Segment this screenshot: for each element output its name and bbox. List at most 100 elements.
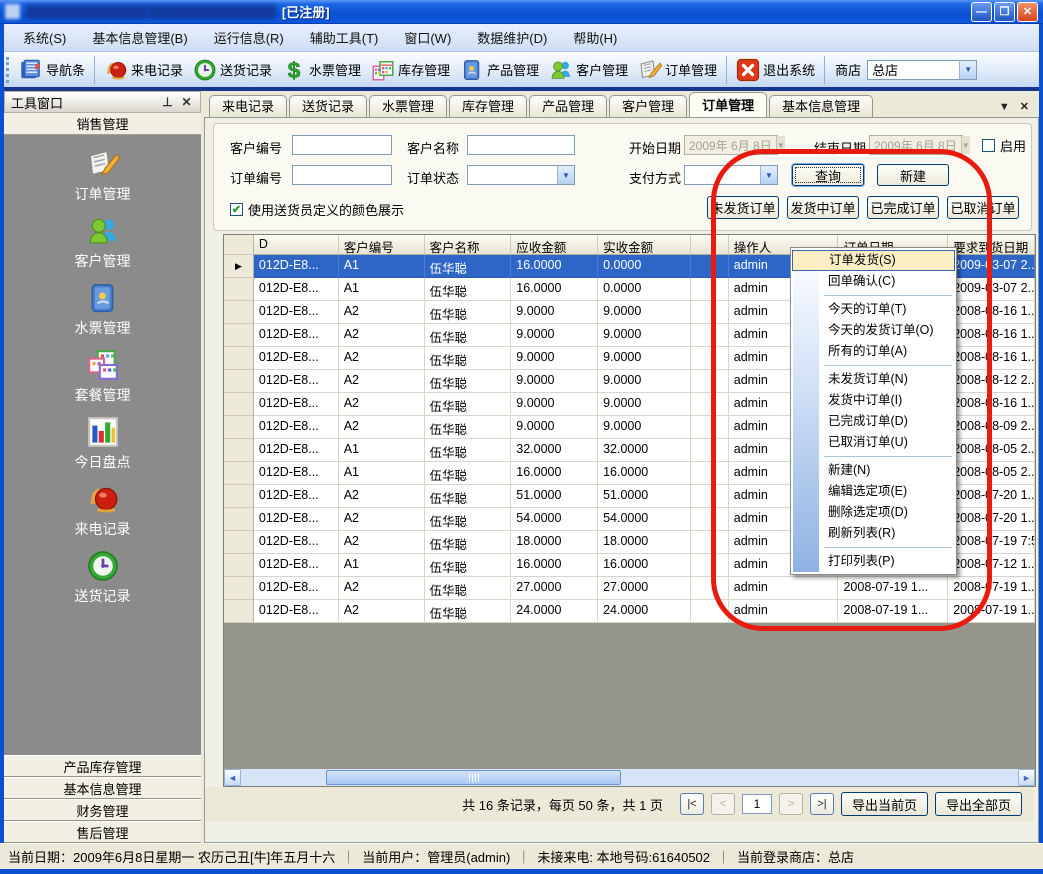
sidebar-item-delivery-record[interactable]: 送货记录	[75, 549, 131, 606]
tab-来电记录[interactable]: 来电记录	[209, 95, 287, 117]
table-row[interactable]: 012D-E8...A2伍华聪27.000027.0000admin2008-0…	[224, 577, 1035, 600]
column-header[interactable]	[691, 235, 729, 255]
sidebar-section-2[interactable]: 财务管理	[4, 799, 201, 821]
end-date-picker[interactable]: 2009年 6月 8日▼	[869, 135, 963, 155]
export-current-page-button[interactable]: 导出当前页	[841, 792, 928, 816]
column-header[interactable]: D	[254, 235, 339, 255]
next-page-button[interactable]: >	[779, 793, 803, 815]
row-selector[interactable]	[224, 531, 254, 554]
sidebar-section-sales[interactable]: 销售管理	[4, 113, 201, 135]
menu-item-window[interactable]: 窗口(W)	[391, 23, 464, 52]
row-selector[interactable]	[224, 577, 254, 600]
tab-库存管理[interactable]: 库存管理	[449, 95, 527, 117]
menu-item-runtime-info[interactable]: 运行信息(R)	[201, 23, 297, 52]
checkbox-checked[interactable]: ✔	[230, 203, 243, 216]
shipping-orders-button[interactable]: 发货中订单	[787, 196, 859, 219]
first-page-button[interactable]: |<	[680, 793, 704, 815]
tab-水票管理[interactable]: 水票管理	[369, 95, 447, 117]
column-header[interactable]: 实收金额	[598, 235, 691, 255]
store-select[interactable]: 总店▼	[867, 60, 977, 80]
row-selector[interactable]	[224, 485, 254, 508]
tab-送货记录[interactable]: 送货记录	[289, 95, 367, 117]
close-button[interactable]: ✕	[1017, 2, 1038, 22]
tab-客户管理[interactable]: 客户管理	[609, 95, 687, 117]
product-button[interactable]: 产品管理	[455, 56, 544, 84]
menu-item-cancelled-orders[interactable]: 已取消订单(U)	[792, 432, 955, 453]
customer-no-input[interactable]	[292, 135, 392, 155]
menu-item-basic-info-mgmt[interactable]: 基本信息管理(B)	[79, 23, 200, 52]
row-selector[interactable]: ▶	[224, 255, 254, 278]
color-display-checkbox[interactable]: ✔ 使用送货员定义的颜色展示	[230, 200, 404, 219]
customer-button[interactable]: 客户管理	[544, 56, 633, 84]
close-icon[interactable]: ✕	[179, 95, 194, 109]
sidebar-item-today-check[interactable]: 今日盘点	[75, 415, 131, 472]
column-header[interactable]: 客户编号	[339, 235, 425, 255]
row-selector[interactable]	[224, 508, 254, 531]
column-header[interactable]: 客户名称	[425, 235, 512, 255]
row-selector[interactable]	[224, 301, 254, 324]
cancelled-orders-button[interactable]: 已取消订单	[947, 196, 1019, 219]
scroll-right-icon[interactable]: ►	[1018, 769, 1035, 786]
menu-item-all-orders[interactable]: 所有的订单(A)	[792, 341, 955, 362]
row-selector[interactable]	[224, 462, 254, 485]
sidebar-item-order-mgmt[interactable]: 订单管理	[75, 147, 131, 204]
unshipped-orders-button[interactable]: 未发货订单	[707, 196, 779, 219]
close-icon[interactable]: ✕	[1020, 100, 1029, 113]
menu-item-edit-selected[interactable]: 编辑选定项(E)	[792, 481, 955, 502]
tab-订单管理[interactable]: 订单管理	[689, 92, 767, 117]
pay-method-select[interactable]: ▼	[684, 165, 778, 185]
menu-item-today-orders[interactable]: 今天的订单(T)	[792, 299, 955, 320]
delivery-record-button[interactable]: 送货记录	[188, 56, 277, 84]
menu-item-ship-order[interactable]: 订单发货(S)	[792, 250, 955, 271]
menu-item-help[interactable]: 帮助(H)	[560, 23, 630, 52]
row-selector[interactable]	[224, 439, 254, 462]
menu-item-delete-selected[interactable]: 删除选定项(D)	[792, 502, 955, 523]
order-status-select[interactable]: ▼	[467, 165, 575, 185]
sidebar-item-water-ticket-mgmt[interactable]: 水票管理	[75, 281, 131, 338]
table-row[interactable]: 012D-E8...A2伍华聪24.000024.0000admin2008-0…	[224, 600, 1035, 623]
row-selector[interactable]	[224, 370, 254, 393]
column-header[interactable]: 要求到货日期	[948, 235, 1035, 255]
last-page-button[interactable]: >|	[810, 793, 834, 815]
row-selector[interactable]	[224, 416, 254, 439]
scroll-left-icon[interactable]: ◄	[224, 769, 241, 786]
order-button[interactable]: 订单管理	[633, 56, 722, 84]
minimize-button[interactable]: —	[971, 2, 992, 22]
prev-page-button[interactable]: <	[711, 793, 735, 815]
horizontal-scrollbar[interactable]: ◄ ►	[224, 769, 1035, 786]
menu-item-new-order[interactable]: 新建(N)	[792, 460, 955, 481]
sidebar-item-combo-mgmt[interactable]: 套餐管理	[75, 348, 131, 405]
column-header[interactable]: 应收金额	[511, 235, 598, 255]
maximize-button[interactable]: ❐	[994, 2, 1015, 22]
menu-item-aux-tools[interactable]: 辅助工具(T)	[297, 23, 392, 52]
chevron-down-icon[interactable]: ▼	[999, 101, 1010, 113]
menu-item-completed-orders[interactable]: 已完成订单(D)	[792, 411, 955, 432]
start-date-picker[interactable]: 2009年 6月 8日▼	[684, 135, 778, 155]
sidebar-section-1[interactable]: 基本信息管理	[4, 777, 201, 799]
menu-item-refresh-list[interactable]: 刷新列表(R)	[792, 523, 955, 544]
menu-item-confirm-receipt[interactable]: 回单确认(C)	[792, 271, 955, 292]
navbar-button[interactable]: 导航条	[14, 56, 90, 84]
sidebar-item-incoming-call-record[interactable]: 来电记录	[75, 482, 131, 539]
completed-orders-button[interactable]: 已完成订单	[867, 196, 939, 219]
row-selector[interactable]	[224, 554, 254, 577]
menu-item-today-shipping-orders[interactable]: 今天的发货订单(O)	[792, 320, 955, 341]
tab-产品管理[interactable]: 产品管理	[529, 95, 607, 117]
incoming-call-button[interactable]: 来电记录	[99, 56, 188, 84]
menu-item-shipping-orders[interactable]: 发货中订单(I)	[792, 390, 955, 411]
inventory-button[interactable]: 库存管理	[366, 56, 455, 84]
menu-item-data-maintenance[interactable]: 数据维护(D)	[464, 23, 560, 52]
sidebar-section-3[interactable]: 售后管理	[4, 821, 201, 843]
pin-icon[interactable]: ⊥	[160, 95, 175, 109]
order-no-input[interactable]	[292, 165, 392, 185]
sidebar-item-customer-mgmt[interactable]: 客户管理	[75, 214, 131, 271]
query-button[interactable]: 查询	[792, 164, 864, 186]
page-number-input[interactable]	[742, 794, 772, 814]
sidebar-section-0[interactable]: 产品库存管理	[4, 755, 201, 777]
scrollbar-track[interactable]	[241, 769, 1018, 786]
menu-item-system[interactable]: 系统(S)	[10, 23, 79, 52]
exit-button[interactable]: 退出系统	[731, 56, 820, 84]
row-selector[interactable]	[224, 600, 254, 623]
export-all-pages-button[interactable]: 导出全部页	[935, 792, 1022, 816]
row-selector[interactable]	[224, 324, 254, 347]
